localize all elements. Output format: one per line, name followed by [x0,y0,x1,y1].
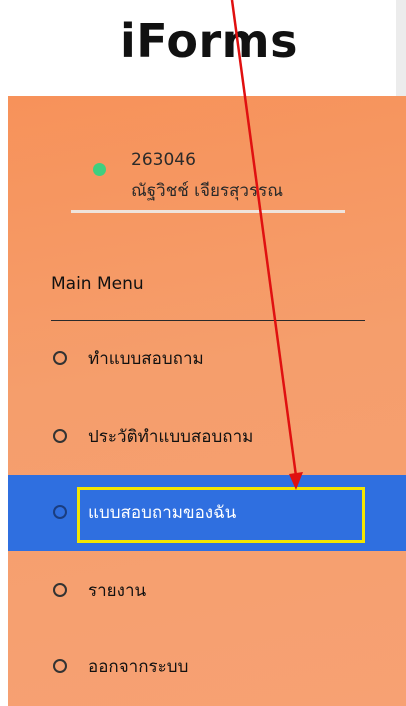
online-status-icon [93,163,106,176]
circle-bullet-icon [53,351,67,365]
circle-bullet-icon [53,583,67,597]
menu-item-my-surveys[interactable]: แบบสอบถามของฉัน [8,475,406,551]
sidebar: 263046 ณัฐวิชช์ เจียรสุวรรณ Main Menu ทำ… [8,96,406,706]
circle-bullet-icon [53,505,67,519]
menu-item-label: ออกจากระบบ [88,657,189,677]
menu-item-label: ประวัติทำแบบสอบถาม [88,427,254,447]
user-name: ณัฐวิชช์ เจียรสุวรรณ [131,181,283,201]
menu-item-do-survey[interactable]: ทำแบบสอบถาม [8,321,406,397]
menu-item-reports[interactable]: รายงาน [8,553,406,629]
menu-item-label: รายงาน [88,581,147,601]
menu-item-logout[interactable]: ออกจากระบบ [8,629,406,705]
circle-bullet-icon [53,659,67,673]
user-divider [71,210,345,213]
user-profile: 263046 ณัฐวิชช์ เจียรสุวรรณ [8,96,406,226]
app-title: iForms [120,14,298,68]
circle-bullet-icon [53,429,67,443]
user-id: 263046 [131,150,196,170]
menu-heading: Main Menu [51,274,144,294]
menu-item-label: ทำแบบสอบถาม [88,349,204,369]
menu-item-survey-history[interactable]: ประวัติทำแบบสอบถาม [8,399,406,475]
annotation-highlight-box [77,487,365,543]
